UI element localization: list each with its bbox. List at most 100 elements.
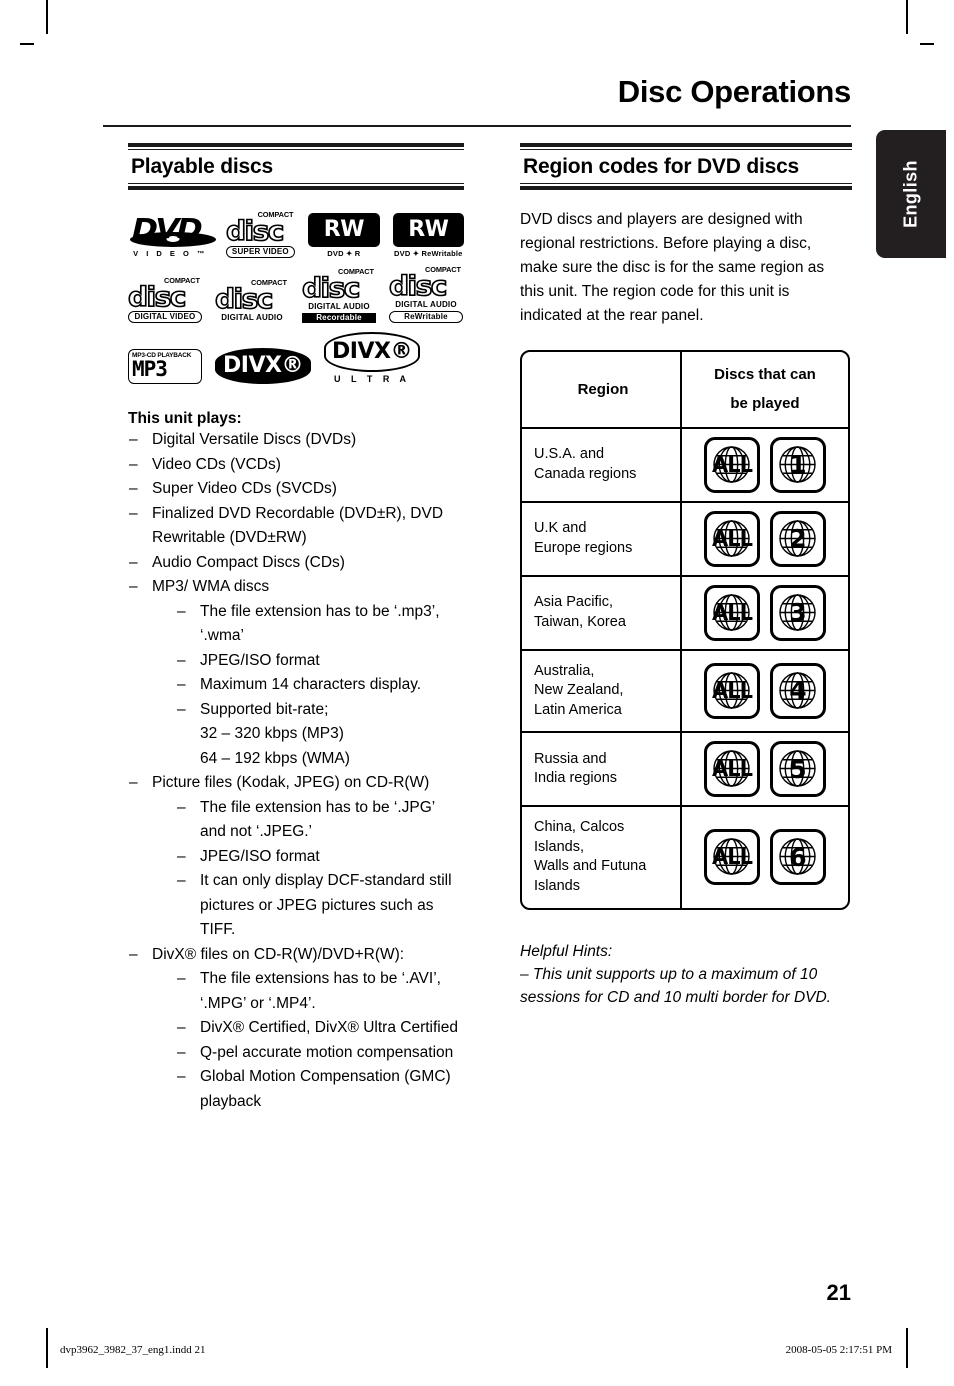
list-item: – Digital Versatile Discs (DVDs)	[128, 428, 464, 452]
left-column: Playable discs DVD V I D E O ™ COMPACT d…	[127, 143, 465, 1114]
logo-row-1: DVD V I D E O ™ COMPACT disc SUPER VIDEO…	[128, 211, 465, 258]
cd-rewritable-logo-band: DIGITAL AUDIO	[395, 300, 457, 310]
region-codes-table: Region Discs that can be played U.S.A. a…	[520, 350, 850, 910]
region-all-badge-label: ALL	[711, 600, 753, 625]
logo-row-3: MP3-CD PLAYBACK MP3 DIVX® DIVX® U L T R …	[128, 332, 464, 385]
cd-digital-audio-logo-disc: disc	[214, 283, 274, 315]
dvd-video-logo: DVD V I D E O ™	[128, 211, 216, 258]
rule-thick	[520, 186, 852, 191]
playable-discs-heading: Playable discs	[128, 143, 464, 191]
region-all-badge-label: ALL	[711, 845, 753, 870]
region-number-badge-label: 4	[789, 676, 807, 706]
dash-marker: –	[177, 1068, 186, 1086]
table-header-row: Region Discs that can be played	[522, 352, 848, 427]
rule-thick	[520, 143, 852, 147]
dash-marker: –	[129, 455, 138, 473]
table-row: U.S.A. and Canada regions ALL 1	[522, 426, 848, 501]
region-number-badge-label: 2	[789, 524, 807, 554]
region-all-badge-icon: ALL	[704, 584, 760, 641]
rule-thin	[128, 183, 464, 185]
table-row: Russia and India regions ALL 5	[522, 731, 848, 806]
region-number-badge-icon: 3	[770, 584, 826, 641]
region-all-badge-label: ALL	[711, 757, 753, 782]
list-item-text: Digital Versatile Discs (DVDs)	[152, 431, 357, 449]
dvd-plus-r-logo-chip: RW	[308, 212, 380, 247]
region-badges-cell: ALL 4	[682, 651, 848, 732]
list-item: – JPEG/ISO format	[176, 845, 464, 869]
region-all-badge-label: ALL	[711, 526, 753, 551]
divx-logo: DIVX®	[215, 348, 311, 385]
dash-marker: –	[177, 970, 186, 988]
cd-digital-audio-logo-band: DIGITAL AUDIO	[221, 313, 283, 323]
list-item-text: Q-pel accurate motion compensation	[200, 1043, 454, 1061]
list-item: – DivX® Certified, DivX® Ultra Certified	[176, 1016, 464, 1040]
table-header-discs: Discs that can be played	[682, 352, 848, 426]
title-divider	[103, 125, 851, 127]
mp3-cd-playback-logo: MP3-CD PLAYBACK MP3	[128, 349, 202, 385]
region-badges-cell: ALL 2	[682, 503, 848, 575]
cd-digital-video-logo: COMPACT disc DIGITAL VIDEO	[127, 278, 202, 324]
region-name-cell: Australia, New Zealand, Latin America	[522, 650, 682, 732]
helpful-hints-label: Helpful Hints:	[520, 942, 613, 960]
list-item: – Global Motion Compensation (GMC) playba…	[176, 1065, 464, 1114]
disc-format-logo-grid: DVD V I D E O ™ COMPACT disc SUPER VIDEO…	[127, 211, 465, 385]
list-item: – Supported bit-rate; 32 – 320 kbps (MP3…	[176, 698, 464, 771]
cd-recordable-logo: COMPACT disc DIGITAL AUDIO Recordable	[301, 269, 376, 324]
cd-digital-video-logo-band: DIGITAL VIDEO	[128, 311, 202, 324]
cd-recordable-logo-band2: Recordable	[302, 313, 376, 324]
list-item: – Finalized DVD Recordable (DVD±R), DVD R…	[128, 502, 464, 551]
region-badges-cell: ALL 3	[682, 577, 848, 649]
list-item-text: Audio Compact Discs (CDs)	[152, 553, 345, 571]
rule-thick	[128, 143, 464, 147]
right-column: Region codes for DVD discs DVD discs and…	[520, 143, 852, 1009]
logo-row-2: COMPACT disc DIGITAL VIDEO COMPACT disc …	[127, 267, 464, 324]
region-number-badge-label: 6	[789, 842, 807, 872]
region-all-badge-icon: ALL	[704, 436, 760, 493]
section-title-playable-discs: Playable discs	[131, 155, 273, 178]
table-header-discs-line1: Discs that can	[714, 366, 816, 384]
dash-marker: –	[177, 798, 186, 816]
region-all-badge-icon: ALL	[704, 829, 760, 886]
region-codes-heading: Region codes for DVD discs	[520, 143, 852, 191]
list-item: – DivX® files on CD-R(W)/DVD+R(W): – The …	[128, 943, 464, 1114]
manual-page: Disc Operations English Playable discs D…	[0, 0, 954, 1386]
region-all-badge-icon: ALL	[704, 662, 760, 719]
divx-ultra-logo-sub: U L T R A	[334, 374, 410, 385]
dash-marker: –	[129, 480, 138, 498]
rule-thin	[520, 183, 852, 185]
dvd-video-logo-word: DVD	[132, 211, 203, 245]
list-item: – Picture files (Kodak, JPEG) on CD-R(W)…	[128, 771, 464, 942]
list-item-text: JPEG/ISO format	[200, 847, 320, 865]
dash-marker: –	[177, 700, 186, 718]
list-item-text: Super Video CDs (SVCDs)	[152, 480, 337, 498]
bitrate-mp3-line: 32 – 320 kbps (MP3)	[200, 725, 344, 743]
list-item-text: The file extension has to be ‘.JPG’ and …	[200, 798, 435, 841]
list-item-text: MP3/ WMA discs	[152, 578, 270, 596]
region-number-badge-icon: 2	[770, 510, 826, 567]
region-codes-intro-paragraph: DVD discs and players are designed with …	[520, 211, 825, 325]
dash-marker: –	[177, 651, 186, 669]
heading-rule-top	[128, 143, 464, 150]
region-badges-cell: ALL 6	[682, 807, 848, 907]
dash-marker: –	[177, 1043, 186, 1061]
dash-marker: –	[177, 602, 186, 620]
region-all-badge-icon: ALL	[704, 741, 760, 798]
svcd-logo-disc: disc	[225, 216, 285, 248]
dash-marker: –	[129, 945, 138, 963]
list-item: – It can only display DCF-standard still …	[176, 869, 464, 942]
region-number-badge-label: 1	[789, 450, 807, 480]
region-name-cell: U.K and Europe regions	[522, 502, 682, 575]
rule-thick	[128, 186, 464, 191]
dash-marker: –	[129, 431, 138, 449]
list-item: – Super Video CDs (SVCDs)	[128, 477, 464, 501]
table-row: China, Calcos Islands, Walls and Futuna …	[522, 805, 848, 908]
svcd-logo-band: SUPER VIDEO	[225, 245, 296, 258]
dvd-plus-rw-logo-sub: DVD ✦ ReWritable	[394, 248, 463, 258]
mp3-cd-playback-logo-word: MP3	[132, 357, 168, 382]
cd-recordable-logo-disc: disc	[301, 272, 361, 304]
list-item: – The file extension has to be ‘.mp3’, ‘.…	[176, 600, 464, 649]
divx-ultra-logo-word: DIVX®	[324, 332, 420, 373]
region-name-cell: U.S.A. and Canada regions	[522, 428, 682, 501]
dash-marker: –	[129, 504, 138, 522]
cd-recordable-logo-band: DIGITAL AUDIO	[308, 302, 370, 312]
